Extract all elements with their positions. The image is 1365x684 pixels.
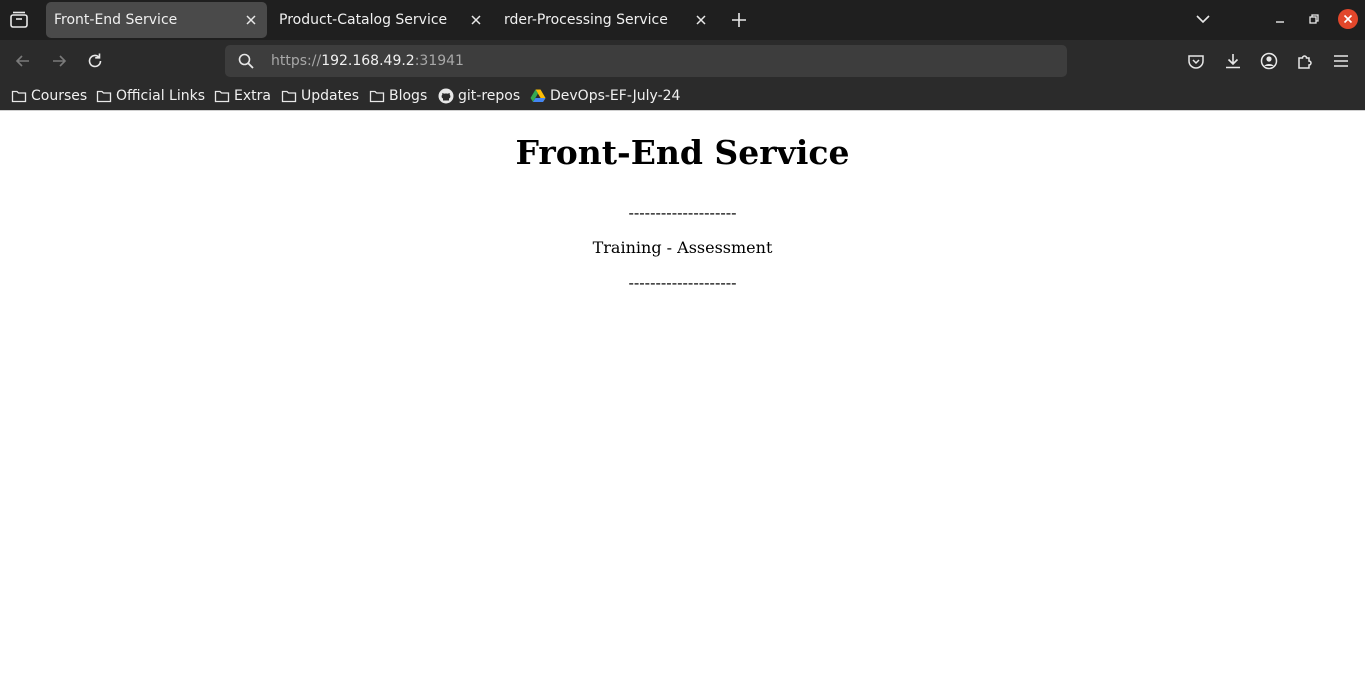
folder-icon: [96, 90, 112, 103]
bookmark-official-links[interactable]: Official Links: [96, 86, 205, 106]
close-window-icon[interactable]: [1337, 8, 1359, 30]
github-icon: [438, 88, 454, 104]
hamburger-menu-icon[interactable]: [1331, 51, 1351, 71]
folder-icon: [11, 90, 27, 103]
back-arrow-icon[interactable]: [13, 51, 33, 71]
bookmark-label: Official Links: [116, 88, 206, 104]
folder-icon: [214, 90, 230, 103]
address-bar[interactable]: https://192.168.49.2:31941: [225, 45, 1067, 77]
web-page-content: Front-End Service -------------------- T…: [0, 111, 1365, 684]
tab-order-processing[interactable]: rder-Processing Service: [496, 2, 717, 38]
bookmark-label: DevOps-EF-July-24: [550, 88, 681, 104]
bookmark-label: Courses: [31, 88, 88, 104]
tab-front-end[interactable]: Front-End Service: [46, 2, 267, 38]
close-icon[interactable]: [693, 12, 709, 28]
minimize-icon[interactable]: [1269, 8, 1291, 30]
restore-icon[interactable]: [1303, 8, 1325, 30]
url-scheme: https://: [271, 53, 322, 69]
bookmark-git-repos[interactable]: git-repos: [438, 86, 520, 106]
reload-icon[interactable]: [85, 51, 105, 71]
bookmark-label: Extra: [234, 88, 271, 104]
chevron-down-icon[interactable]: [1194, 10, 1212, 28]
folder-icon: [281, 90, 297, 103]
separator-line: --------------------: [628, 273, 737, 292]
close-icon[interactable]: [243, 12, 259, 28]
tab-label: rder-Processing Service: [504, 12, 668, 28]
tab-label: Front-End Service: [54, 12, 178, 28]
new-tab-plus-icon[interactable]: [729, 10, 749, 30]
pocket-icon[interactable]: [1186, 51, 1206, 71]
close-icon[interactable]: [468, 12, 484, 28]
bookmark-label: Updates: [301, 88, 359, 104]
navigation-toolbar: https://192.168.49.2:31941: [0, 40, 1365, 82]
bookmark-updates[interactable]: Updates: [281, 86, 359, 106]
page-subtitle: Training - Assessment: [592, 238, 773, 257]
account-icon[interactable]: [1259, 51, 1279, 71]
url-port: :31941: [414, 53, 464, 69]
separator-line: --------------------: [628, 203, 737, 222]
url-text[interactable]: https://192.168.49.2:31941: [271, 53, 464, 69]
folder-icon: [369, 90, 385, 103]
download-icon[interactable]: [1223, 51, 1243, 71]
forward-arrow-icon[interactable]: [49, 51, 69, 71]
extensions-icon[interactable]: [1295, 51, 1315, 71]
bookmarks-toolbar: Courses Official Links Extra Updates Blo…: [0, 82, 1365, 110]
tab-strip: Front-End Service Product-Catalog Servic…: [0, 0, 1365, 40]
bookmark-blogs[interactable]: Blogs: [369, 86, 427, 106]
bookmark-devops-ef-july-24[interactable]: DevOps-EF-July-24: [530, 86, 680, 106]
bookmark-label: git-repos: [458, 88, 521, 104]
list-all-tabs-icon[interactable]: [8, 9, 30, 31]
page-title: Front-End Service: [515, 133, 850, 172]
tab-product-catalog[interactable]: Product-Catalog Service: [271, 2, 492, 38]
bookmark-label: Blogs: [389, 88, 428, 104]
bookmark-courses[interactable]: Courses: [11, 86, 87, 106]
url-host: 192.168.49.2: [321, 53, 415, 69]
search-icon: [238, 53, 254, 69]
tab-label: Product-Catalog Service: [279, 12, 448, 28]
bookmark-extra[interactable]: Extra: [214, 86, 271, 106]
google-drive-icon: [530, 89, 546, 102]
